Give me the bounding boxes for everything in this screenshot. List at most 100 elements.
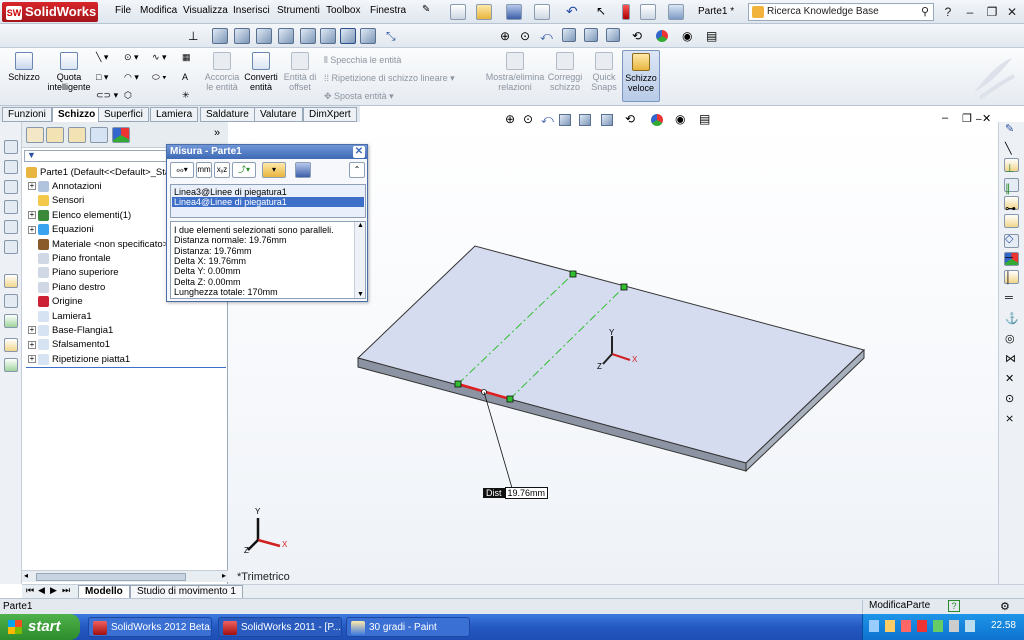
- tray-display-icon[interactable]: [965, 620, 975, 632]
- fillet-icon[interactable]: [4, 220, 18, 234]
- chamfer-icon[interactable]: [4, 240, 18, 254]
- reference-geometry-icon[interactable]: [4, 294, 18, 308]
- point-icon[interactable]: ✳: [182, 90, 190, 101]
- text-icon[interactable]: A: [182, 72, 188, 82]
- menu-file[interactable]: File: [115, 5, 131, 16]
- expand-icon[interactable]: +: [28, 340, 36, 349]
- sweep-icon[interactable]: [4, 180, 18, 194]
- view-top-icon[interactable]: [300, 28, 316, 44]
- restore-button[interactable]: ❐: [984, 4, 1000, 20]
- loft-icon[interactable]: [4, 200, 18, 214]
- relation-tangent-icon[interactable]: ◇: [1005, 232, 1013, 245]
- taskbar-item[interactable]: 30 gradi - Paint: [346, 617, 470, 637]
- menu-visualizza[interactable]: Visualizza: [183, 5, 228, 16]
- view-back-icon[interactable]: [234, 28, 250, 44]
- next-tab-icon[interactable]: ▶: [50, 585, 57, 596]
- hud-display-style-icon[interactable]: [601, 114, 613, 126]
- relation-vertical-icon[interactable]: │: [1005, 272, 1012, 284]
- tree-root[interactable]: Parte1 (Default<<Default>_Sta: [26, 166, 170, 180]
- instant3d-icon[interactable]: [4, 314, 18, 328]
- view-isometric-icon[interactable]: [340, 28, 356, 44]
- expand-icon[interactable]: +: [28, 355, 36, 364]
- relation-coincident-icon[interactable]: ✎: [1005, 122, 1014, 135]
- viewport-close-button[interactable]: ✕: [982, 112, 991, 125]
- hud-appearance-icon[interactable]: [651, 114, 663, 126]
- relation-merge-icon[interactable]: ⊙: [1005, 392, 1014, 405]
- close-button[interactable]: ✕: [1004, 4, 1020, 20]
- save-icon[interactable]: [506, 4, 522, 20]
- extrude-icon[interactable]: [4, 140, 18, 154]
- measure-selection-list[interactable]: Linea3@Linee di piegatura1 Linea4@Linee …: [170, 184, 366, 218]
- measure-close-button[interactable]: ✕: [353, 146, 365, 158]
- hud-section-view-icon[interactable]: [559, 114, 571, 126]
- projected-on-icon[interactable]: ▾: [262, 162, 286, 178]
- knowledge-base-search[interactable]: Ricerca Knowledge Base ⚲: [748, 3, 934, 21]
- relation-midpoint-icon[interactable]: ⊶: [1005, 202, 1016, 215]
- mirror-entities-button[interactable]: ⫴ Specchia le entità: [324, 55, 401, 66]
- relation-symmetric-icon[interactable]: ⋈: [1005, 352, 1016, 365]
- tree-horizontal-scrollbar[interactable]: ◂ ▸: [22, 570, 228, 582]
- tree-item[interactable]: + Ripetizione piatta1: [28, 353, 130, 367]
- hud-previous-view-icon[interactable]: ⤺: [541, 112, 554, 127]
- point-grid-icon[interactable]: ▦: [182, 52, 191, 63]
- expand-panel-icon[interactable]: »: [214, 127, 220, 139]
- hud-hide-show-icon[interactable]: ⟲: [625, 112, 635, 126]
- expand-icon[interactable]: +: [28, 225, 36, 234]
- repair-sketch-button[interactable]: Correggi schizzo: [544, 52, 586, 92]
- linear-sketch-pattern-button[interactable]: ⁞⁞ Ripetizione di schizzo lineare ▾: [324, 73, 455, 84]
- sketch-button[interactable]: Schizzo: [4, 52, 44, 82]
- sketch-tool-icon[interactable]: [4, 274, 18, 288]
- tab-modello[interactable]: Modello: [78, 585, 130, 599]
- ellipse-icon[interactable]: ⬭ ▾: [152, 72, 167, 83]
- tree-item[interactable]: + Equazioni: [28, 223, 94, 237]
- revolve-icon[interactable]: [4, 160, 18, 174]
- print-icon[interactable]: [534, 4, 550, 20]
- arc-circle-measure-icon[interactable]: ℴℴ▾: [170, 162, 194, 178]
- rebuild-icon[interactable]: [622, 4, 630, 20]
- menu-inserisci[interactable]: Inserisci: [233, 5, 270, 16]
- taskbar-clock[interactable]: 22.58: [991, 620, 1016, 631]
- point-to-point-icon[interactable]: ⤴▾: [232, 162, 256, 178]
- collapse-dialog-icon[interactable]: ⌃: [349, 162, 365, 178]
- view-orientation-icon[interactable]: [584, 28, 598, 42]
- new-document-icon[interactable]: [450, 4, 466, 20]
- hud-zoom-fit-icon[interactable]: ⊕: [505, 112, 515, 126]
- scroll-down-icon[interactable]: ▼: [357, 291, 364, 298]
- scroll-thumb[interactable]: [36, 573, 186, 581]
- tab-dimxpert[interactable]: DimXpert: [303, 107, 357, 122]
- circle-icon[interactable]: ⊙ ▾: [124, 52, 139, 63]
- relation-concentric-icon[interactable]: ◎: [1005, 332, 1015, 345]
- first-tab-icon[interactable]: ⏮: [26, 585, 34, 596]
- tree-item[interactable]: Piano destro: [28, 281, 105, 295]
- create-sensor-icon[interactable]: [295, 162, 311, 178]
- view-front-icon[interactable]: [212, 28, 228, 44]
- display-manager-tab-icon[interactable]: [112, 127, 130, 143]
- scroll-right-icon[interactable]: ▸: [222, 571, 226, 580]
- view-settings-icon[interactable]: ▤: [706, 29, 717, 43]
- status-rebuild-icon[interactable]: ⚙: [1000, 600, 1010, 613]
- solidworks-logo[interactable]: SW SolidWorks: [2, 2, 98, 22]
- dimxpert-tab-icon[interactable]: [90, 127, 108, 143]
- quick-snaps-button[interactable]: Quick Snaps: [588, 52, 620, 92]
- viewport-restore-button[interactable]: ❐: [962, 112, 972, 125]
- search-icon[interactable]: ⚲: [921, 5, 929, 18]
- tree-item[interactable]: + Base-Flangia1: [28, 324, 113, 338]
- hud-scene-icon[interactable]: ◉: [675, 112, 685, 126]
- smart-dimension-button[interactable]: Quota intelligente: [46, 52, 92, 92]
- measure-title-bar[interactable]: Misura - Parte1 ✕: [167, 145, 367, 159]
- trim-entities-button[interactable]: Accorcia le entità: [202, 52, 242, 92]
- view-right-icon[interactable]: [278, 28, 294, 44]
- tree-item[interactable]: + Sfalsamento1: [28, 338, 110, 352]
- units-precision-icon[interactable]: mm: [196, 162, 212, 178]
- hud-view-orientation-icon[interactable]: [579, 114, 591, 126]
- viewport-minimize-icon[interactable]: –: [976, 114, 982, 125]
- menu-finestra[interactable]: Finestra: [370, 5, 406, 16]
- zoom-area-icon[interactable]: ⊙: [520, 29, 530, 43]
- open-folder-icon[interactable]: [476, 4, 492, 20]
- expand-icon[interactable]: +: [28, 211, 36, 220]
- prev-tab-icon[interactable]: ◀: [38, 585, 45, 596]
- tree-item[interactable]: Lamiera1: [28, 310, 92, 324]
- line-icon[interactable]: ╲ ▾: [96, 52, 108, 63]
- tab-lamiera[interactable]: Lamiera: [150, 107, 199, 122]
- spline-icon[interactable]: ∿ ▾: [152, 52, 167, 63]
